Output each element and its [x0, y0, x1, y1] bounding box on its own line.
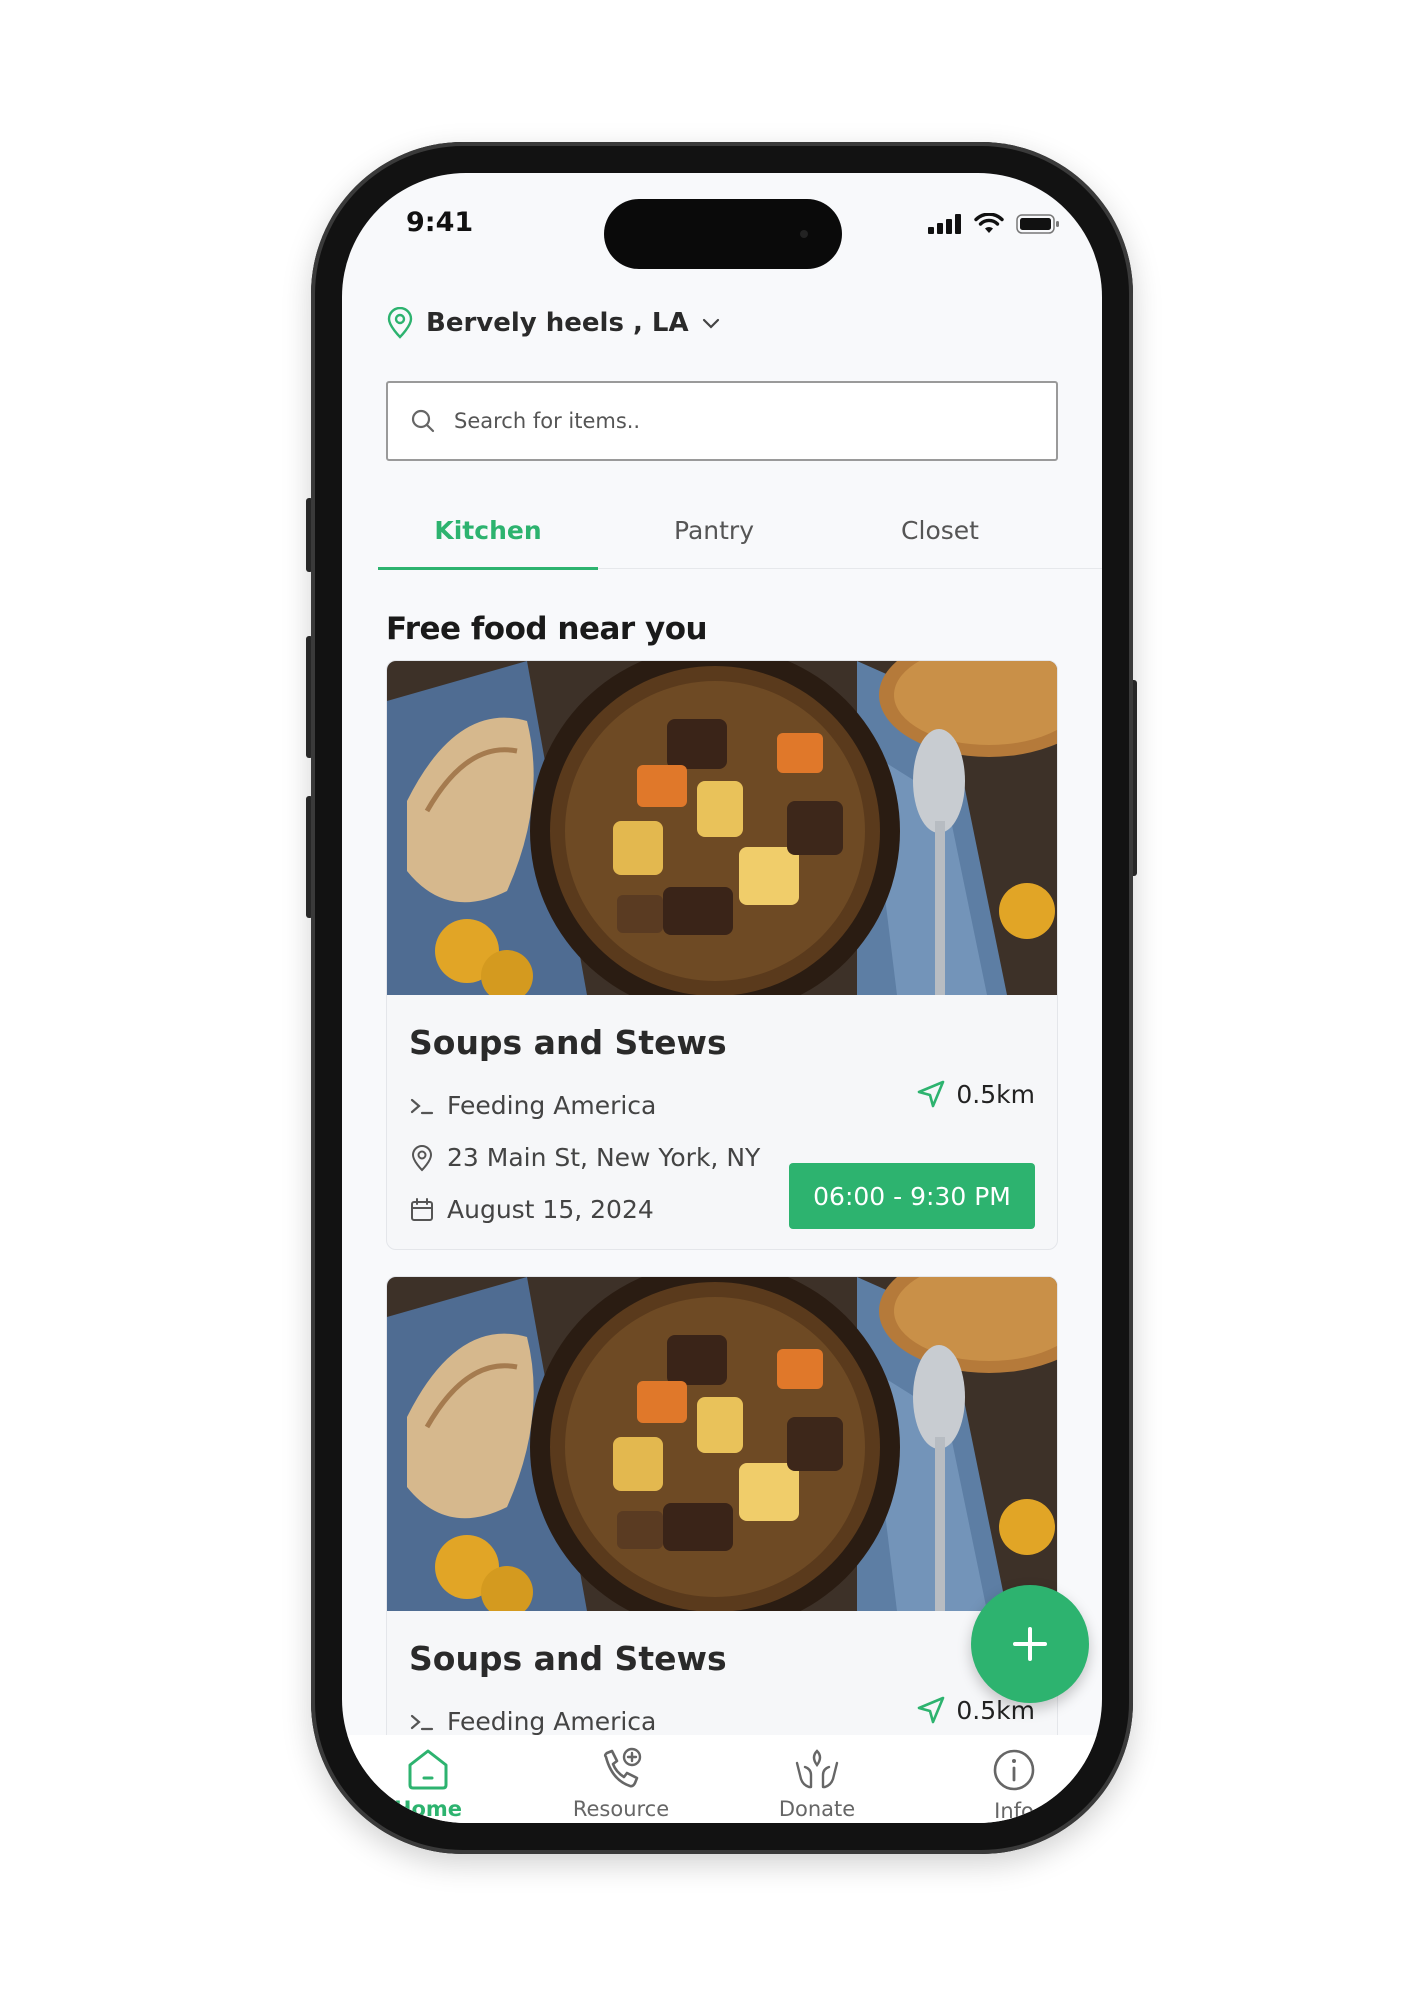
nav-info[interactable]: Info — [944, 1735, 1084, 1823]
location-pin-icon — [387, 307, 413, 339]
organization-row: Feeding America — [409, 1707, 656, 1736]
tab-closet[interactable]: Closet — [830, 509, 1050, 569]
nav-resource[interactable]: Resource — [551, 1735, 691, 1823]
nav-home[interactable]: Home — [358, 1735, 498, 1823]
location-pin-icon — [411, 1144, 433, 1171]
chevron-down-icon — [702, 318, 719, 329]
organization-name: Feeding America — [447, 1091, 657, 1120]
tab-kitchen[interactable]: Kitchen — [378, 509, 598, 570]
food-card[interactable]: Soups and Stews Feeding America 0.5km — [386, 1276, 1058, 1776]
nav-label: Donate — [778, 1797, 856, 1821]
calendar-icon — [411, 1197, 433, 1221]
donate-hands-icon — [795, 1749, 839, 1789]
search-icon — [411, 409, 435, 433]
phone-plus-icon — [603, 1747, 642, 1788]
add-button[interactable] — [971, 1585, 1089, 1703]
battery-icon — [1016, 214, 1059, 234]
card-title: Soups and Stews — [409, 1639, 727, 1678]
nav-label: Info — [994, 1799, 1034, 1823]
search-box[interactable] — [386, 381, 1058, 461]
dynamic-island — [604, 199, 842, 269]
date-row: August 15, 2024 — [409, 1195, 654, 1224]
organization-row: Feeding America — [409, 1091, 656, 1120]
organization-name: Feeding America — [447, 1707, 657, 1736]
nav-label: Home — [393, 1797, 463, 1821]
status-icons — [928, 213, 1060, 235]
phone-frame: 9:41 Bervely heels , LA Search for items… — [311, 142, 1133, 1854]
category-tabs: Kitchen Pantry Closet — [378, 509, 1102, 570]
tab-pantry[interactable]: Pantry — [604, 509, 824, 569]
date-text: August 15, 2024 — [447, 1195, 654, 1224]
signal-icon — [928, 214, 961, 234]
soup-image — [387, 661, 1057, 995]
nav-label: Resource — [572, 1797, 670, 1821]
distance-indicator: 0.5km — [916, 1079, 1035, 1109]
home-icon — [408, 1749, 448, 1790]
status-time: 9:41 — [406, 207, 474, 238]
soup-image — [387, 1277, 1057, 1611]
terminal-icon — [410, 1714, 434, 1730]
distance-text: 0.5km — [956, 1079, 1035, 1109]
wifi-icon — [974, 213, 1004, 233]
location-label: Bervely heels , LA — [426, 308, 689, 338]
terminal-icon — [410, 1098, 434, 1114]
navigation-arrow-icon — [918, 1080, 945, 1108]
address-text: 23 Main St, New York, NY — [447, 1143, 761, 1172]
address-row: 23 Main St, New York, NY — [409, 1143, 760, 1172]
card-title: Soups and Stews — [409, 1023, 727, 1062]
location-selector[interactable]: Bervely heels , LA — [386, 307, 721, 339]
plus-icon — [1013, 1627, 1047, 1661]
section-title: Free food near you — [386, 611, 708, 647]
info-icon — [993, 1749, 1035, 1791]
navigation-arrow-icon — [918, 1696, 945, 1724]
app-screen: 9:41 Bervely heels , LA Search for items… — [342, 173, 1102, 1823]
search-input[interactable] — [454, 409, 1014, 433]
hours-badge: 06:00 - 9:30 PM — [789, 1163, 1035, 1229]
food-card[interactable]: Soups and Stews Feeding America 23 Main … — [386, 660, 1058, 1250]
bottom-navigation: Home Resource Donate Info — [342, 1735, 1102, 1823]
nav-donate[interactable]: Donate — [747, 1735, 887, 1823]
